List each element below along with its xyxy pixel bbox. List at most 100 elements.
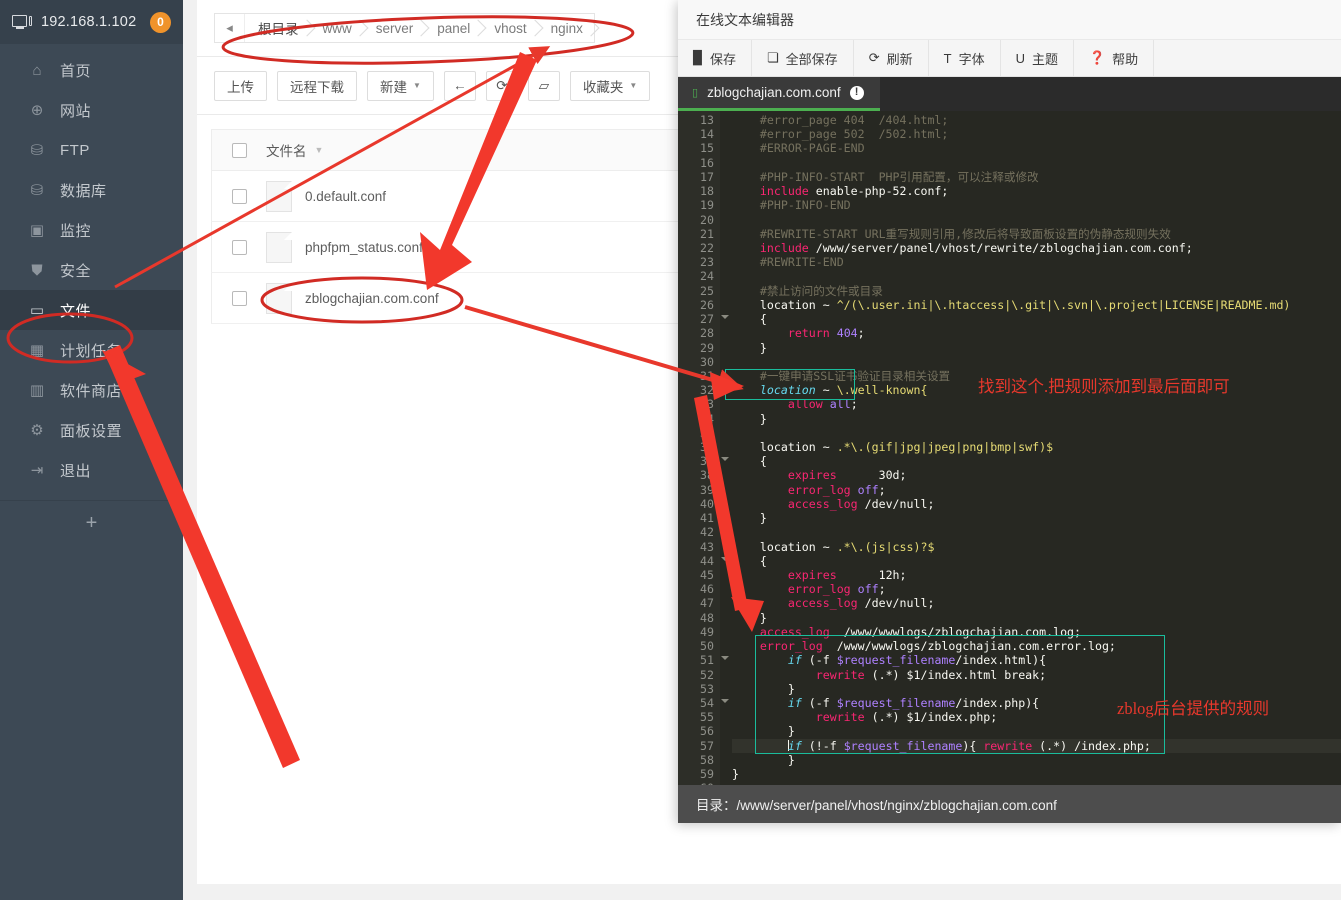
back-button[interactable]: ← xyxy=(443,70,476,101)
editor-save-button[interactable]: ▉ 保存 xyxy=(678,40,753,76)
code-line[interactable] xyxy=(732,426,1341,440)
code-line[interactable]: error_log off; xyxy=(732,582,1341,596)
code-fold-icon[interactable] xyxy=(721,656,729,661)
code-line[interactable]: #error_page 404 /404.html; xyxy=(732,113,1341,127)
sidebar-item-appstore[interactable]: ▥ 软件商店 xyxy=(0,370,183,410)
code-line[interactable]: return 404; xyxy=(732,326,1341,340)
code-line[interactable]: allow all; xyxy=(732,397,1341,411)
info-icon[interactable]: ! xyxy=(849,85,864,100)
code-line[interactable]: expires 12h; xyxy=(732,568,1341,582)
editor-save-all-button[interactable]: ❏ 全部保存 xyxy=(752,40,854,76)
sidebar-item-security[interactable]: ⛊ 安全 xyxy=(0,250,183,290)
breadcrumb-item-panel[interactable]: panel xyxy=(424,14,481,42)
code-line[interactable]: include /www/server/panel/vhost/rewrite/… xyxy=(732,241,1341,255)
code-line[interactable]: { xyxy=(732,312,1341,326)
file-name[interactable]: 0.default.conf xyxy=(305,189,386,204)
column-header-filename[interactable]: 文件名 ▼ xyxy=(266,140,323,160)
favorites-button[interactable]: 收藏夹 ▼ xyxy=(569,70,651,101)
code-line[interactable]: error_log /www/wwwlogs/zblogchajian.com.… xyxy=(732,639,1341,653)
code-line[interactable] xyxy=(732,355,1341,369)
code-fold-icon[interactable] xyxy=(721,698,729,703)
code-editor-area[interactable]: 13 14 15 16 17 18 19 20 21 22 23 24 25 26 27 28 29 30 31 32… xyxy=(678,111,1341,785)
code-line[interactable]: #PHP-INFO-END xyxy=(732,198,1341,212)
code-line[interactable] xyxy=(732,781,1341,785)
upload-button[interactable]: 上传 xyxy=(214,70,267,101)
editor-theme-button[interactable]: U 主题 xyxy=(1001,40,1074,76)
code-line[interactable] xyxy=(732,213,1341,227)
code-line[interactable]: #REWRITE-START URL重写规则引用,修改后将导致面板设置的伪静态规… xyxy=(732,227,1341,241)
notification-badge[interactable]: 0 xyxy=(150,11,171,33)
terminal-button[interactable]: ▱ xyxy=(527,70,560,101)
remote-download-button[interactable]: 远程下载 xyxy=(277,70,357,101)
code-line[interactable]: } xyxy=(732,682,1341,696)
code-line[interactable]: location ~ .*\.(js|css)?$ xyxy=(732,540,1341,554)
code-line[interactable]: } xyxy=(732,753,1341,767)
code-line[interactable]: location ~ \.well-known{ xyxy=(732,383,1341,397)
row-checkbox[interactable] xyxy=(231,290,247,306)
code-line[interactable]: } xyxy=(732,767,1341,781)
code-line[interactable]: error_log off; xyxy=(732,483,1341,497)
code-line[interactable]: if (-f $request_filename/index.php){ xyxy=(732,696,1341,710)
code-line[interactable]: } xyxy=(732,724,1341,738)
code-line[interactable]: access_log /www/wwwlogs/zblogchajian.com… xyxy=(732,625,1341,639)
row-select-cell[interactable] xyxy=(212,188,266,204)
sidebar-add-button[interactable]: + xyxy=(0,501,183,545)
code-line[interactable]: #一键申请SSL证书验证目录相关设置 xyxy=(732,369,1341,383)
editor-tab-active[interactable]: ▯ zblogchajian.com.conf ! xyxy=(678,77,880,111)
code-line[interactable] xyxy=(732,156,1341,170)
sidebar-item-ftp[interactable]: ⛁ FTP xyxy=(0,130,183,170)
select-all-cell[interactable] xyxy=(212,142,266,158)
code-fold-icon[interactable] xyxy=(721,556,729,561)
code-line[interactable]: #禁止访问的文件或目录 xyxy=(732,284,1341,298)
code-line[interactable]: location ~ ^/(\.user.ini|\.htaccess|\.gi… xyxy=(732,298,1341,312)
code-line[interactable]: #error_page 502 /502.html; xyxy=(732,127,1341,141)
file-name[interactable]: phpfpm_status.conf xyxy=(305,240,423,255)
code-line[interactable]: #REWRITE-END xyxy=(732,255,1341,269)
sidebar-item-settings[interactable]: ⚙ 面板设置 xyxy=(0,410,183,450)
code-line[interactable] xyxy=(732,269,1341,283)
sidebar-item-database[interactable]: ⛁ 数据库 xyxy=(0,170,183,210)
code-content[interactable]: #error_page 404 /404.html; #error_page 5… xyxy=(732,111,1341,785)
sidebar-item-monitor[interactable]: ▣ 监控 xyxy=(0,210,183,250)
sidebar-item-website[interactable]: ⊕ 网站 xyxy=(0,90,183,130)
breadcrumb-item-vhost[interactable]: vhost xyxy=(481,14,537,42)
file-name[interactable]: zblogchajian.com.conf xyxy=(305,291,439,306)
row-select-cell[interactable] xyxy=(212,239,266,255)
code-line[interactable]: } xyxy=(732,511,1341,525)
code-line[interactable]: { xyxy=(732,454,1341,468)
row-select-cell[interactable] xyxy=(212,290,266,306)
code-fold-icon[interactable] xyxy=(721,315,729,320)
editor-font-button[interactable]: T 字体 xyxy=(929,40,1001,76)
sidebar-item-home[interactable]: ⌂ 首页 xyxy=(0,50,183,90)
row-checkbox[interactable] xyxy=(231,188,247,204)
code-line[interactable]: rewrite (.*) $1/index.html break; xyxy=(732,668,1341,682)
code-line[interactable]: if (!-f $request_filename){ rewrite (.*)… xyxy=(732,738,1341,753)
sort-caret-icon[interactable]: ▼ xyxy=(315,145,324,155)
breadcrumb-item-server[interactable]: server xyxy=(363,14,425,42)
refresh-button[interactable]: ⟳ xyxy=(485,70,518,101)
code-line[interactable]: expires 30d; xyxy=(732,468,1341,482)
row-checkbox[interactable] xyxy=(231,239,247,255)
code-line[interactable]: { xyxy=(732,554,1341,568)
editor-help-button[interactable]: ❓ 帮助 xyxy=(1074,40,1155,76)
code-line[interactable] xyxy=(732,525,1341,539)
code-line[interactable]: if (-f $request_filename/index.html){ xyxy=(732,653,1341,667)
breadcrumb-item-nginx[interactable]: nginx xyxy=(538,14,594,42)
code-line[interactable]: access_log /dev/null; xyxy=(732,497,1341,511)
code-fold-icon[interactable] xyxy=(721,457,729,462)
code-line[interactable]: access_log /dev/null; xyxy=(732,596,1341,610)
editor-refresh-button[interactable]: ⟳ 刷新 xyxy=(854,40,929,76)
code-line[interactable]: #PHP-INFO-START PHP引用配置，可以注释或修改 xyxy=(732,170,1341,184)
breadcrumb-item-root[interactable]: 根目录 xyxy=(245,14,310,42)
breadcrumb-back-icon[interactable]: ◂ xyxy=(215,14,245,42)
sidebar-item-logout[interactable]: ⇥ 退出 xyxy=(0,450,183,490)
new-button[interactable]: 新建 ▼ xyxy=(367,70,434,101)
code-line[interactable]: location ~ .*\.(gif|jpg|jpeg|png|bmp|swf… xyxy=(732,440,1341,454)
sidebar-item-crontab[interactable]: ▦ 计划任务 xyxy=(0,330,183,370)
code-line[interactable]: } xyxy=(732,341,1341,355)
breadcrumb-item-www[interactable]: www xyxy=(310,14,363,42)
sidebar-item-files[interactable]: ▭ 文件 xyxy=(0,290,183,330)
code-line[interactable]: rewrite (.*) $1/index.php; xyxy=(732,710,1341,724)
select-all-checkbox[interactable] xyxy=(231,142,247,158)
code-line[interactable]: } xyxy=(732,611,1341,625)
